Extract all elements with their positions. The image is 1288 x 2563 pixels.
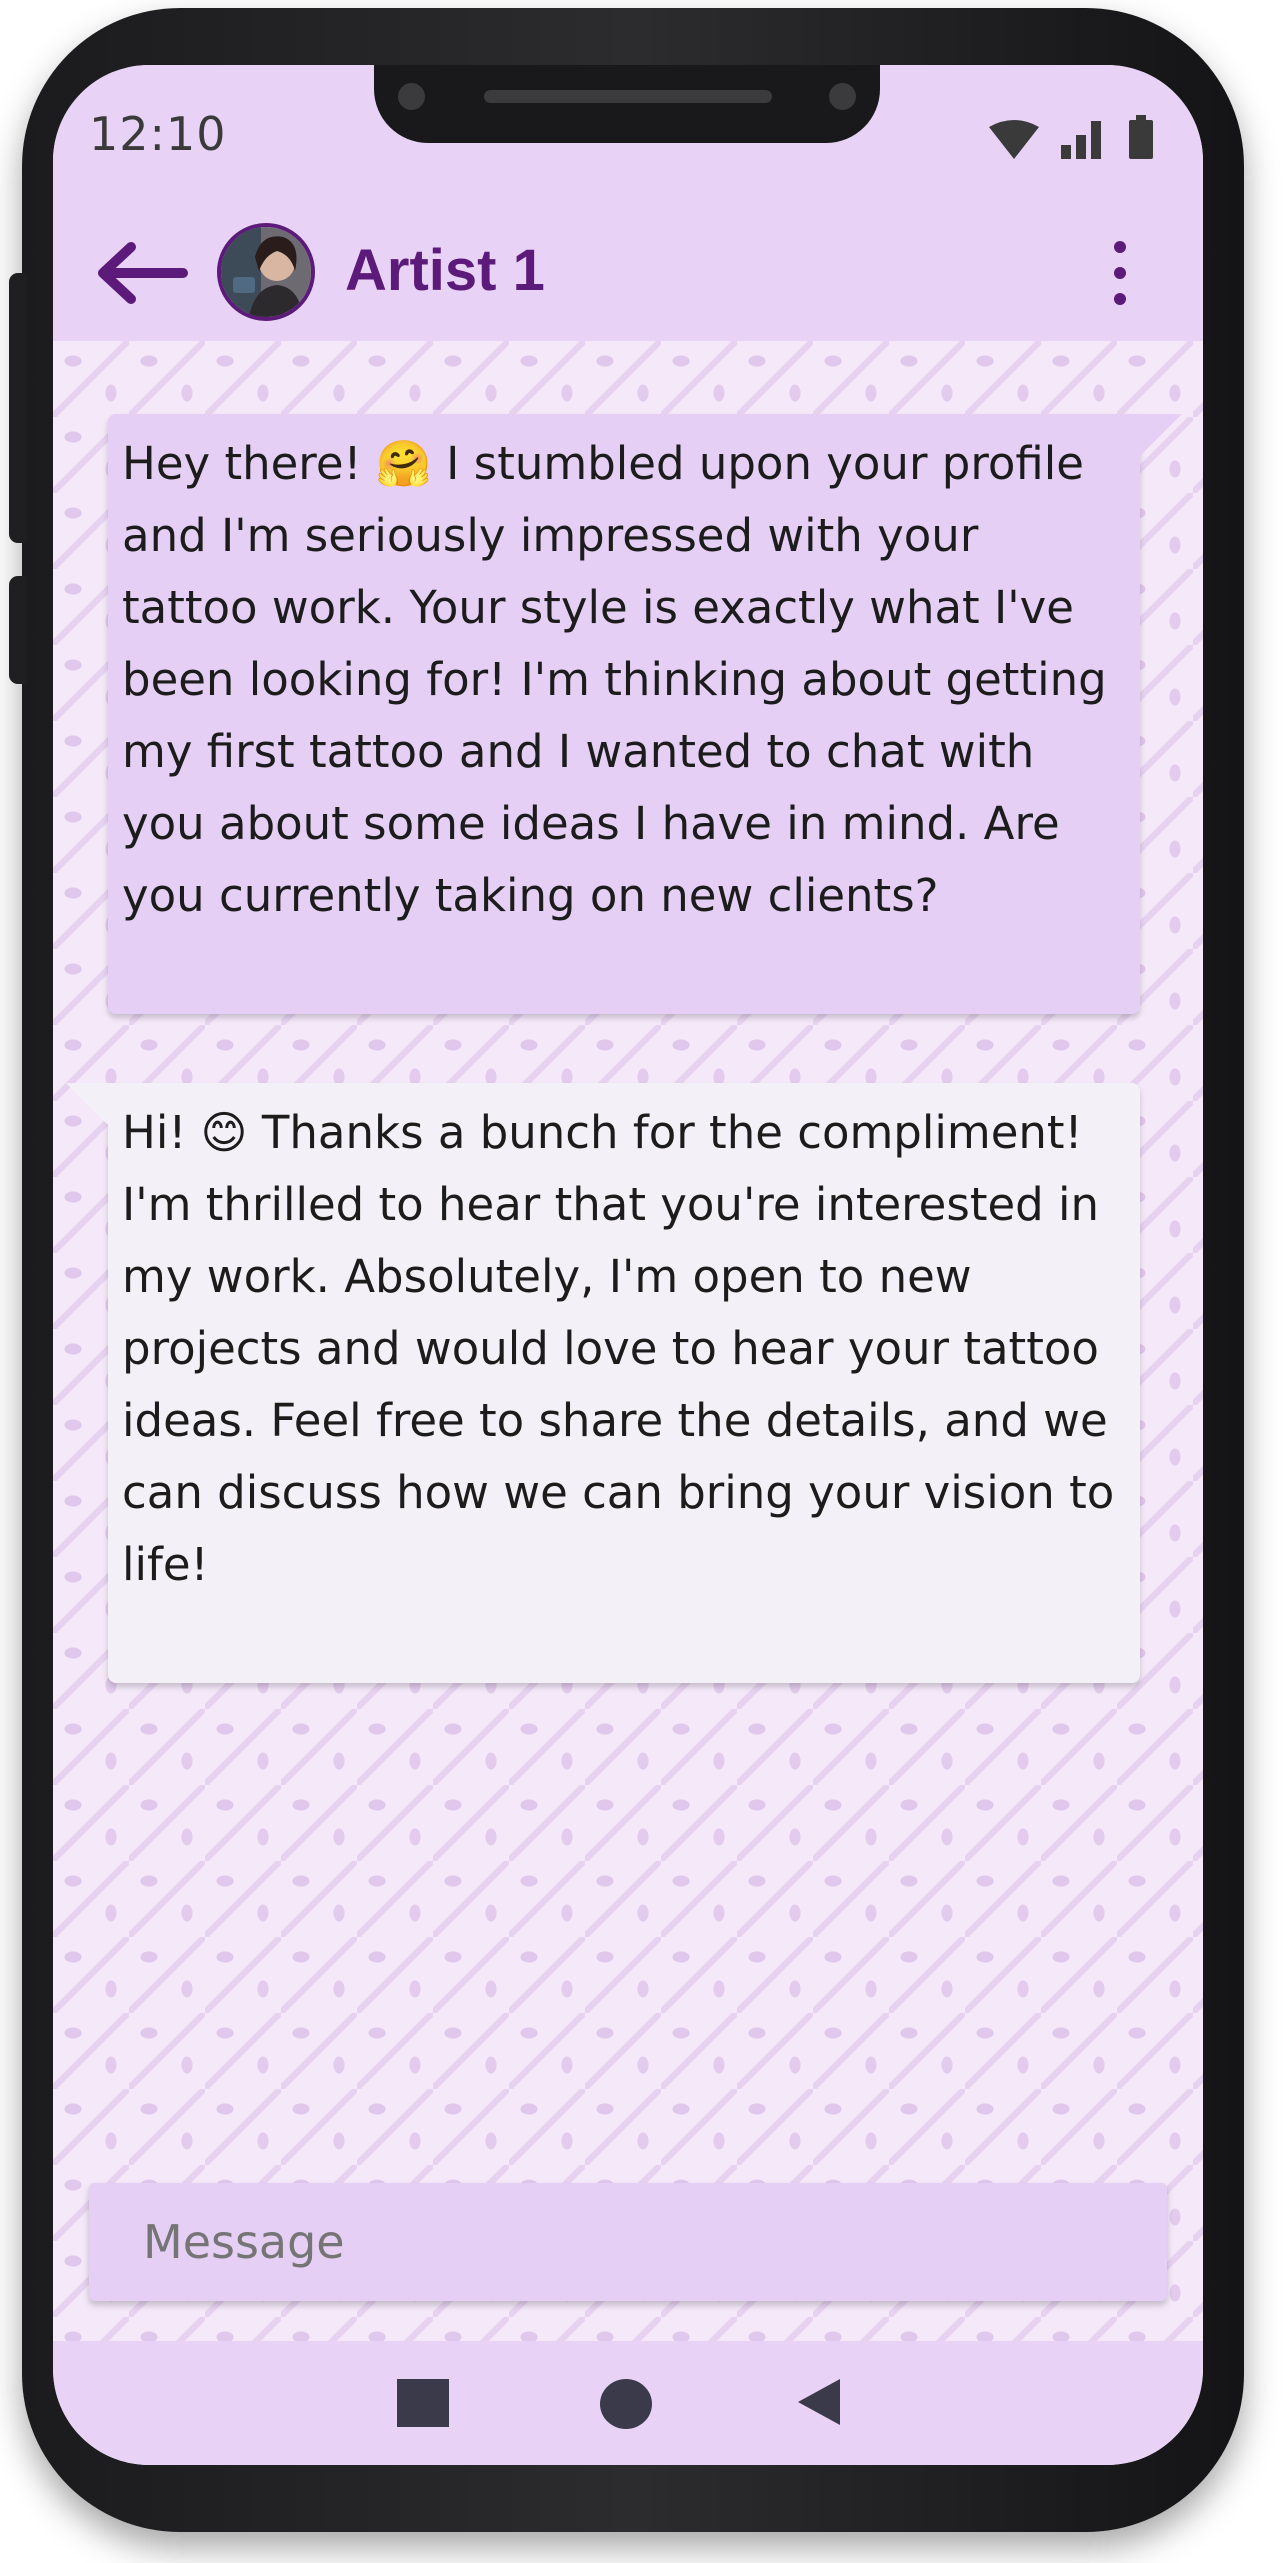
notch [374, 65, 880, 143]
front-camera [398, 83, 425, 110]
side-button [9, 576, 27, 684]
artist-avatar[interactable] [217, 223, 315, 321]
back-triangle-icon[interactable] [798, 2379, 840, 2425]
speaker-grille [484, 90, 772, 103]
system-nav-bar [53, 2341, 1203, 2465]
message-text: Hi! 😊 Thanks a bunch for the compliment!… [122, 1106, 1115, 1591]
bubble-tail [66, 1083, 108, 1125]
proximity-sensor [829, 83, 856, 110]
avatar-photo [221, 227, 311, 317]
wifi-icon [989, 120, 1039, 159]
home-circle-icon[interactable] [600, 2379, 652, 2429]
phone-screen: 12:10 Artist 1 Hey there! 🤗 I stumbled u… [53, 65, 1203, 2465]
status-bar: 12:10 [53, 65, 1203, 205]
arrow-left-icon[interactable] [91, 233, 191, 313]
battery-icon [1129, 115, 1153, 159]
recents-square-icon[interactable] [397, 2379, 449, 2427]
app-bar: Artist 1 [53, 205, 1203, 341]
side-button [9, 273, 27, 543]
message-bubble-incoming[interactable]: Hi! 😊 Thanks a bunch for the compliment!… [66, 1083, 1140, 1683]
bubble-tail [1140, 414, 1182, 456]
more-vertical-icon[interactable] [1105, 233, 1135, 313]
message-input[interactable] [89, 2183, 1167, 2301]
chat-title: Artist 1 [345, 238, 545, 303]
status-time: 12:10 [89, 107, 227, 161]
signal-icon [1061, 121, 1101, 159]
status-icons [989, 115, 1153, 159]
message-bubble-outgoing[interactable]: Hey there! 🤗 I stumbled upon your profil… [108, 414, 1182, 1014]
message-text: Hey there! 🤗 I stumbled upon your profil… [122, 437, 1107, 922]
